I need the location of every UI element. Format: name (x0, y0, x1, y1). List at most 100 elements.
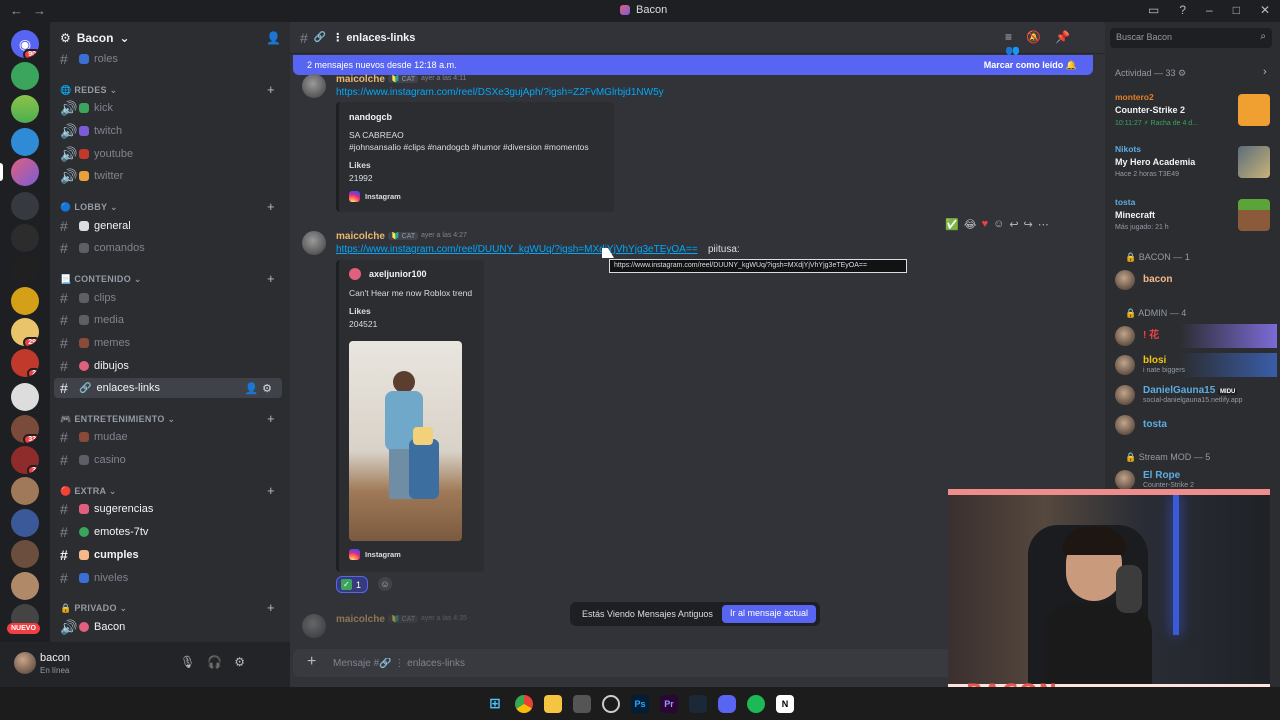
activity-card[interactable]: montero2 Counter-Strike 2 10:11:27 ⚡ Rac… (1110, 88, 1274, 132)
category-contenido[interactable]: 📃 CONTENIDO ⌄ + (60, 271, 275, 286)
server-icon[interactable] (11, 62, 39, 90)
reaction-pill[interactable]: ✓ 1 (336, 576, 368, 593)
server-icon[interactable] (11, 540, 39, 568)
member-item[interactable]: DanielGauna15 MIDU social-danielgauna15.… (1115, 383, 1277, 407)
member-item[interactable]: blosi i nate biggers (1115, 353, 1277, 377)
server-icon[interactable]: 2 (11, 349, 39, 377)
new-badge[interactable]: NUEVO (7, 623, 40, 634)
server-icon[interactable]: 33 (11, 415, 39, 443)
windows-start-icon[interactable]: ⊞ (486, 695, 504, 713)
nav-arrows[interactable]: ←→ (10, 3, 56, 18)
spotify-icon[interactable] (747, 694, 765, 713)
activity-card[interactable]: tosta Minecraft Más jugado: 21 h (1110, 193, 1274, 237)
add-channel-icon[interactable]: + (267, 82, 275, 97)
file-explorer-icon[interactable] (544, 694, 562, 713)
discord-home-icon[interactable]: ◉ 90 (11, 30, 39, 58)
member-item[interactable]: bacon (1115, 268, 1277, 292)
channel-niveles[interactable]: # niveles (54, 568, 282, 588)
close-button[interactable]: ✕ (1260, 3, 1270, 17)
member-item[interactable]: ! 花 (1115, 324, 1277, 348)
avatar[interactable] (14, 652, 36, 674)
mark-read-button[interactable]: Marcar como leído 🔔 (984, 60, 1077, 71)
server-icon[interactable] (11, 192, 39, 220)
message-author[interactable]: maicolche (336, 614, 385, 625)
add-reaction-icon[interactable]: ☺ (993, 218, 1004, 231)
member-item[interactable]: tosta (1115, 413, 1277, 437)
server-icon[interactable]: 29 (11, 318, 39, 346)
chevron-right-icon[interactable]: › (1263, 66, 1267, 78)
photoshop-icon[interactable]: Ps (631, 694, 649, 713)
server-icon[interactable] (11, 255, 39, 283)
server-icon[interactable] (11, 477, 39, 505)
server-icon[interactable] (11, 287, 39, 315)
search-input[interactable] (1116, 32, 1246, 42)
server-icon-bacon[interactable] (11, 158, 39, 186)
channel-clips[interactable]: # clips (54, 288, 282, 308)
add-channel-icon[interactable]: + (267, 483, 275, 498)
threads-icon[interactable]: ≡ (1005, 30, 1026, 44)
embed-video-thumbnail[interactable] (349, 341, 462, 541)
new-messages-bar[interactable]: 2 mensajes nuevos desde 12:18 a.m. Marca… (293, 55, 1093, 75)
embed-author[interactable]: axeljunior100 (369, 269, 427, 279)
activity-header[interactable]: Actividad — 33 ⚙ (1115, 68, 1186, 79)
forward-icon[interactable]: ↪ (1024, 218, 1033, 231)
embed-author[interactable]: nandogcb (349, 112, 392, 122)
server-icon[interactable] (11, 509, 39, 537)
inbox-icon[interactable]: ▭ (1148, 3, 1159, 17)
message-author[interactable]: maicolche (336, 74, 385, 85)
channel-dibujos[interactable]: # dibujos (54, 356, 282, 376)
channel-kick[interactable]: 🔊 kick (54, 98, 282, 118)
help-icon[interactable]: ? (1179, 3, 1186, 17)
obs-icon[interactable] (602, 694, 620, 713)
attach-plus-icon[interactable]: + (307, 653, 316, 671)
activity-card[interactable]: Nikots My Hero Academia Hace 2 horas T3E… (1110, 140, 1274, 184)
category-entretenimiento[interactable]: 🎮 ENTRETENIMIENTO ⌄ + (60, 411, 275, 426)
server-icon[interactable] (11, 224, 39, 252)
reaction-check-icon[interactable]: ✅ (945, 218, 959, 231)
server-icon[interactable] (11, 95, 39, 123)
reply-icon[interactable]: ↩ (1009, 218, 1018, 231)
avatar[interactable] (302, 614, 326, 638)
microphone-icon[interactable]: 🎙 (180, 655, 207, 669)
gear-icon[interactable]: ⚙ (234, 655, 257, 669)
category-privado[interactable]: 🔒 PRIVADO ⌄ + (60, 600, 275, 615)
channel-sugerencias[interactable]: # sugerencias (54, 499, 282, 519)
channel-youtube[interactable]: 🔊 youtube (54, 144, 282, 164)
maximize-button[interactable]: □ (1233, 3, 1240, 17)
category-lobby[interactable]: 🔵 LOBBY ⌄ + (60, 199, 275, 214)
search-box[interactable]: ⌕ (1110, 28, 1272, 48)
mute-icon[interactable]: 🔕 (1026, 30, 1055, 44)
avatar[interactable] (302, 74, 326, 98)
message-input[interactable] (333, 655, 833, 671)
channel-comandos[interactable]: # comandos (54, 238, 282, 258)
channel-cumples[interactable]: # cumples (54, 545, 282, 565)
reaction-laugh-icon[interactable]: 😂 (964, 218, 977, 231)
channel-general[interactable]: # general (54, 216, 282, 236)
channel-bacon-voice[interactable]: 🔊 Bacon (54, 617, 282, 637)
server-icon[interactable] (11, 128, 39, 156)
server-icon[interactable] (11, 572, 39, 600)
message-link[interactable]: https://www.instagram.com/reel/DUUNY_kgW… (336, 244, 698, 255)
channel-enlaces-links[interactable]: # 🔗 enlaces-links 👤⚙ (54, 378, 282, 398)
server-icon[interactable]: 3 (11, 446, 39, 474)
discord-icon[interactable] (718, 694, 736, 713)
category-redes[interactable]: 🌐 REDES ⌄ + (60, 82, 275, 97)
steam-icon[interactable] (689, 694, 707, 713)
category-extra[interactable]: 🔴 EXTRA ⌄ + (60, 483, 275, 498)
headphones-icon[interactable]: 🎧 (207, 655, 234, 669)
chrome-icon[interactable] (515, 694, 533, 713)
add-channel-icon[interactable]: + (267, 411, 275, 426)
premiere-icon[interactable]: Pr (660, 694, 678, 713)
add-friend-icon[interactable]: 👤 (266, 31, 281, 45)
channel-mudae[interactable]: # mudae (54, 427, 282, 447)
notion-icon[interactable]: N (776, 694, 794, 713)
avatar[interactable] (302, 231, 326, 255)
pin-icon[interactable]: 📌 (1055, 30, 1084, 44)
more-icon[interactable]: ⋯ (1038, 218, 1049, 231)
reaction-heart-icon[interactable]: ♥ (982, 218, 989, 231)
add-channel-icon[interactable]: + (267, 600, 275, 615)
jump-to-present-button[interactable]: Ir al mensaje actual (721, 605, 816, 623)
message-link[interactable]: https://www.instagram.com/reel/DSXe3gujA… (336, 87, 664, 98)
channel-twitch[interactable]: 🔊 twitch (54, 121, 282, 141)
channel-memes[interactable]: # memes (54, 333, 282, 353)
